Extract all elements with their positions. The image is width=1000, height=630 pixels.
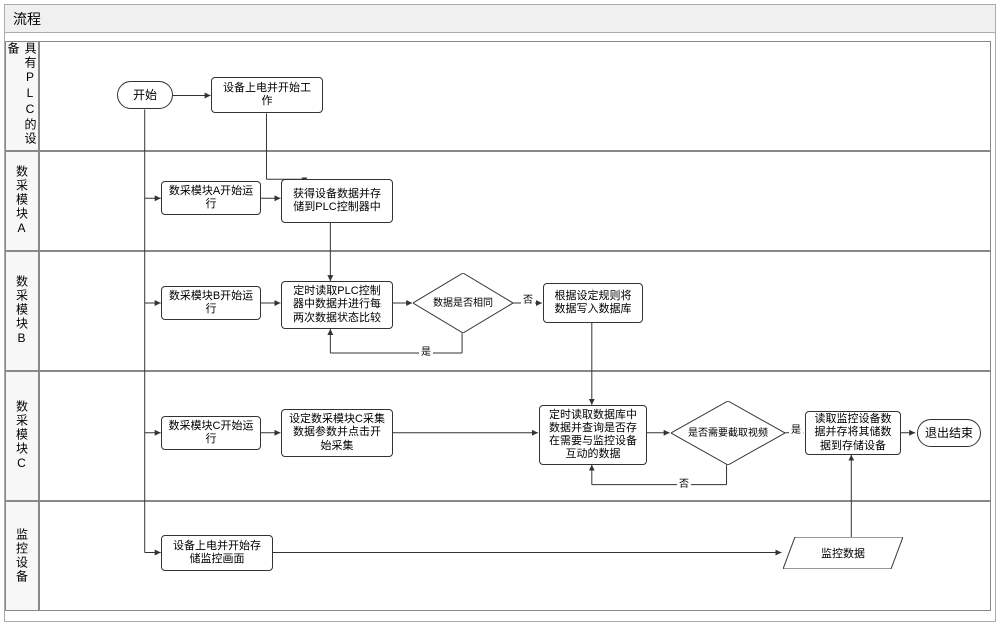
diagram-title: 流程 [5, 5, 995, 33]
decision-data-same-label: 数据是否相同 [423, 283, 503, 323]
node-a-start: 数采模块A开始运行 [161, 181, 261, 215]
lane-body-plc [39, 41, 991, 151]
decision-need-video-label: 是否需要截取视频 [685, 415, 771, 451]
lane-label-b: 数采模块B [5, 251, 39, 371]
node-c-start: 数采模块C开始运行 [161, 416, 261, 450]
lane-label-plc: 具有PLC的设备 [5, 41, 39, 151]
node-b-start: 数采模块B开始运行 [161, 286, 261, 320]
node-write-db: 根据设定规则将数据写入数据库 [543, 283, 643, 323]
node-c-query: 定时读取数据库中数据并查询是否存在需要与监控设备互动的数据 [539, 405, 647, 465]
data-monitor-label: 监控数据 [795, 537, 891, 569]
swimlane-diagram: 具有PLC的设备 数采模块A 数采模块B 数采模块C 监控设备 [5, 33, 995, 621]
end-terminator: 退出结束 [917, 419, 981, 447]
lane-label-a: 数采模块A [5, 151, 39, 251]
edge-label-yes-1: 是 [419, 343, 433, 358]
node-b-read: 定时读取PLC控制器中数据并进行每两次数据状态比较 [281, 281, 393, 329]
edge-label-no-1: 否 [521, 291, 535, 306]
start-terminator: 开始 [117, 81, 173, 109]
node-read-monitor: 读取监控设备数据并存将其储数据到存储设备 [805, 411, 901, 455]
node-c-setparam: 设定数采模块C采集数据参数并点击开始采集 [281, 409, 393, 457]
node-power-on: 设备上电并开始工作 [211, 77, 323, 113]
node-mon-store: 设备上电并开始存储监控画面 [161, 535, 273, 571]
edge-label-yes-2: 是 [789, 421, 803, 436]
node-a-store: 获得设备数据并存储到PLC控制器中 [281, 179, 393, 223]
diagram-frame: 流程 具有PLC的设备 数采模块A 数采模块B 数采模块C 监控设备 [4, 4, 996, 622]
edge-label-no-2: 否 [677, 475, 691, 490]
lane-label-c: 数采模块C [5, 371, 39, 501]
lane-label-mon: 监控设备 [5, 501, 39, 611]
